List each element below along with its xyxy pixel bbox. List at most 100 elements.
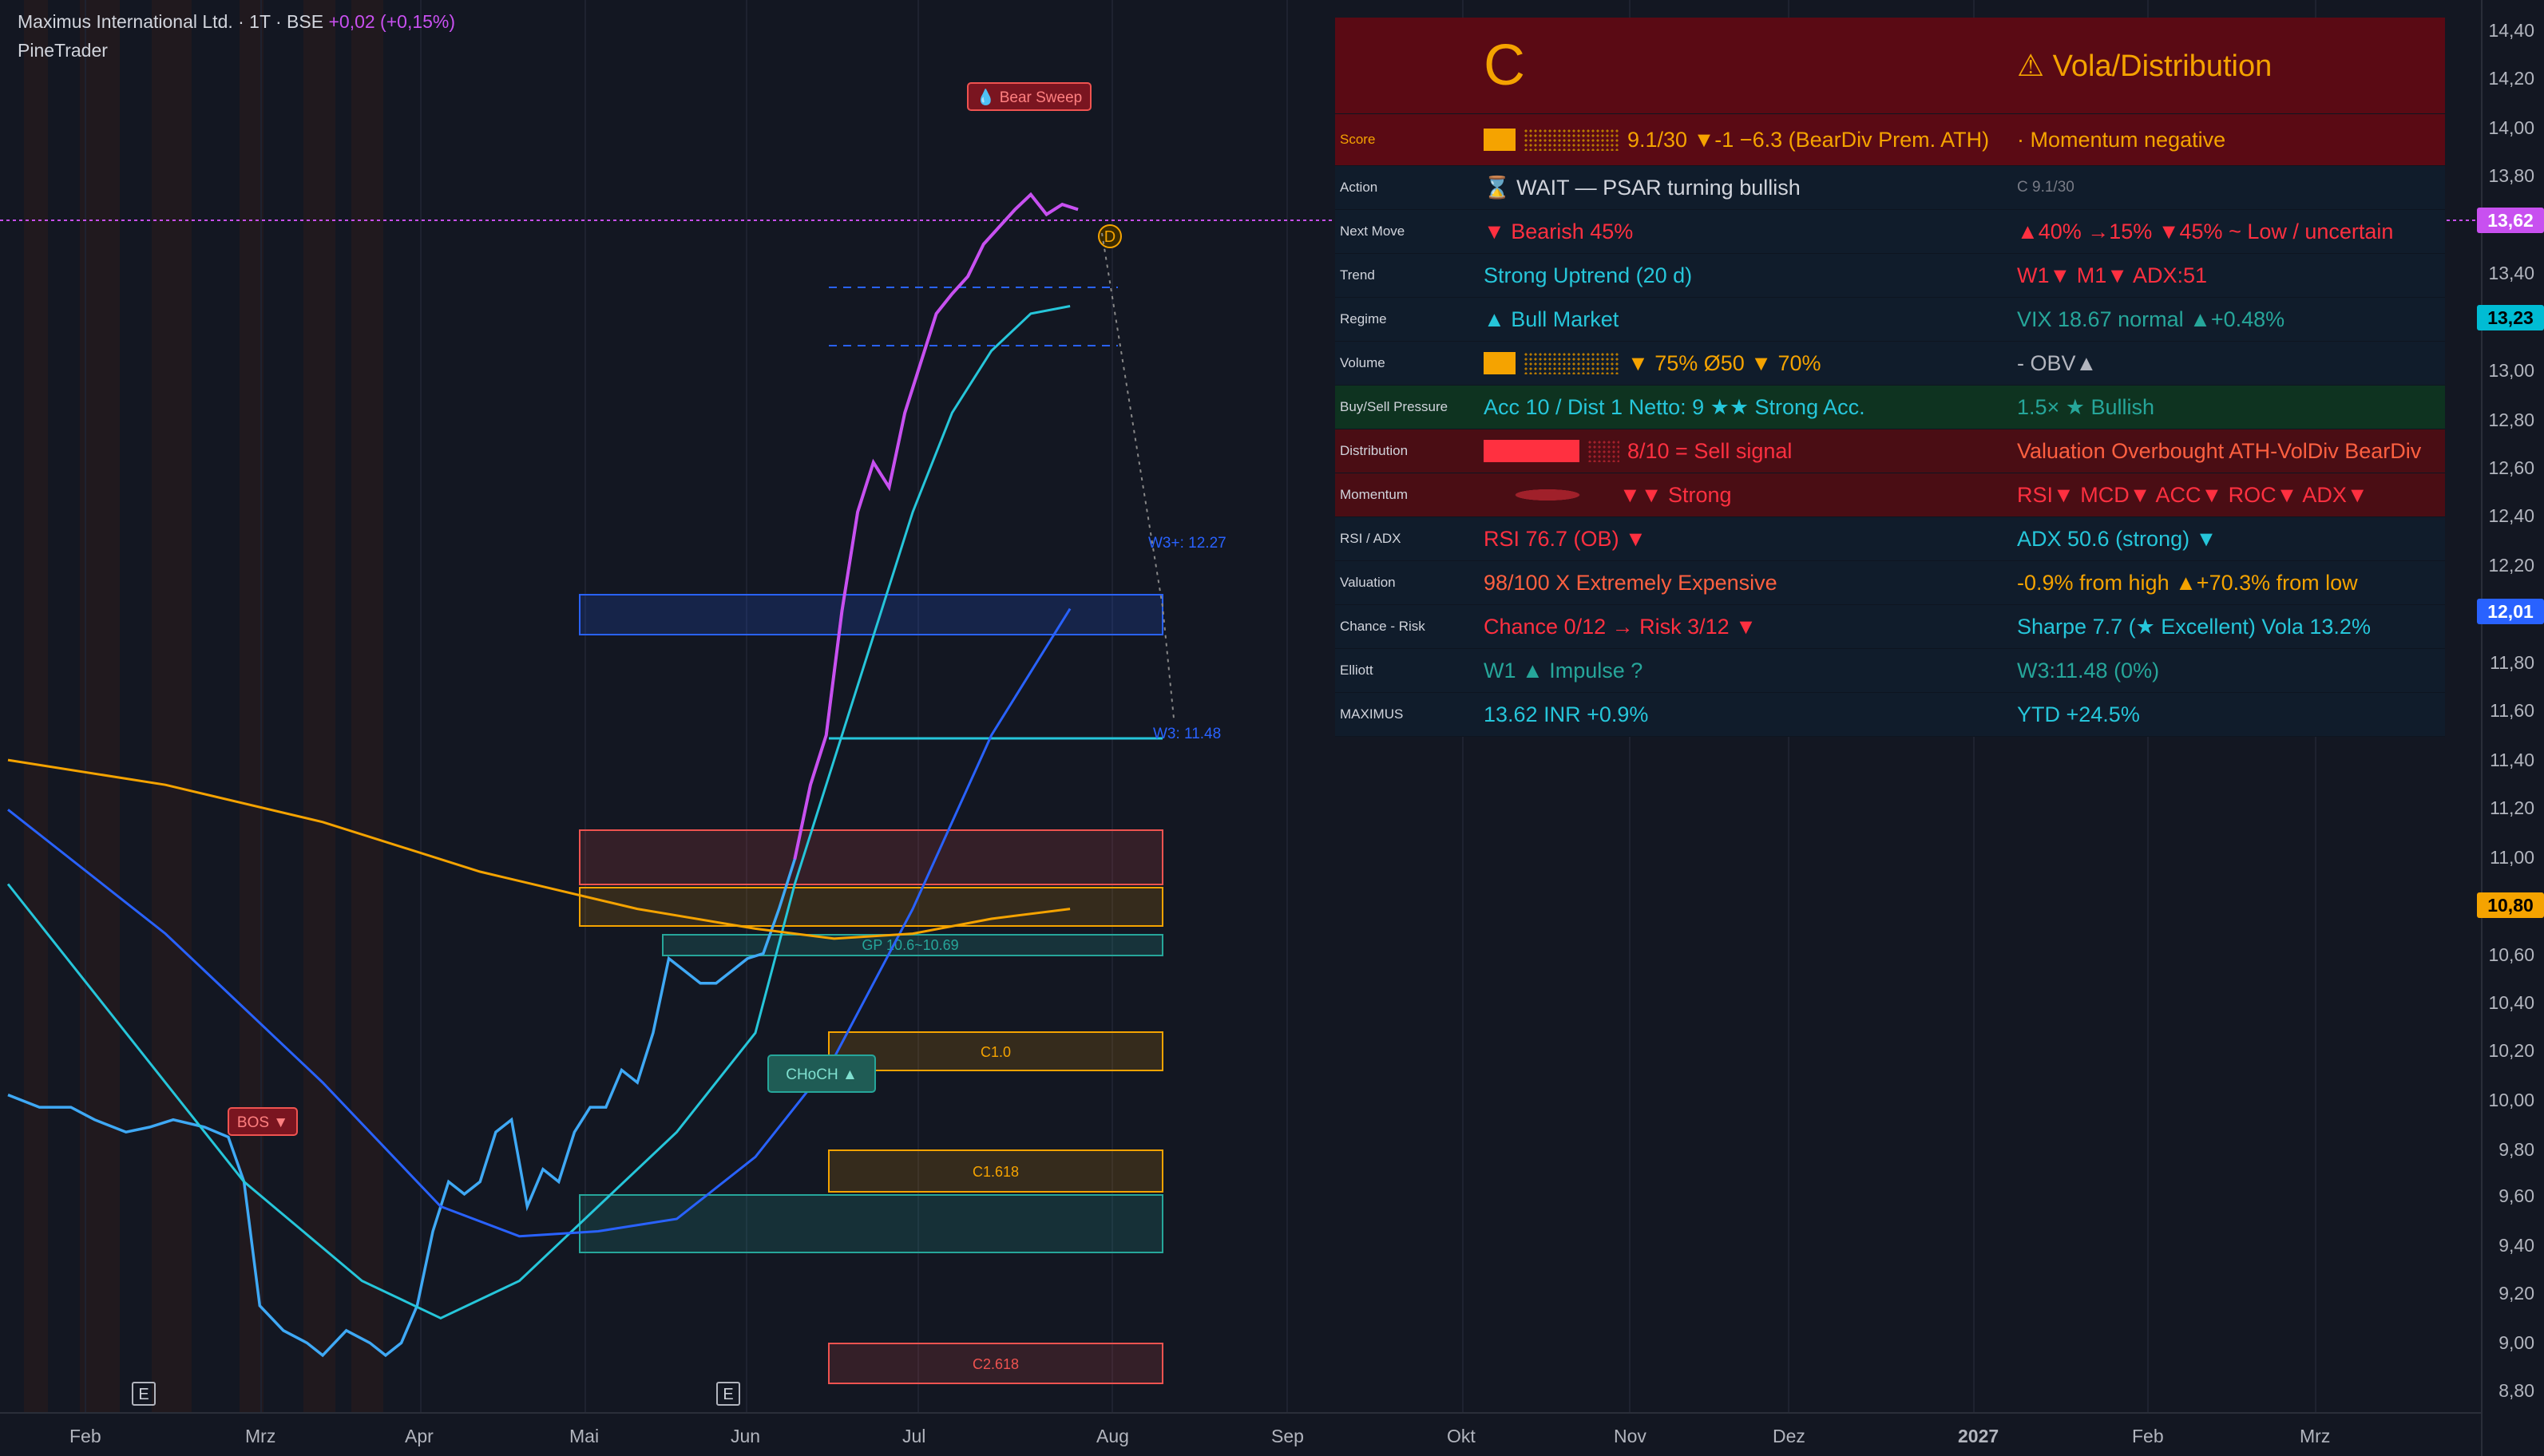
panel-row-detail: Valuation Overbought ATH-VolDiv BearDiv xyxy=(2017,438,2422,463)
zone-teal xyxy=(579,1194,1163,1253)
y-tick-label: 14,40 xyxy=(2488,20,2534,41)
y-tick-label: 12,60 xyxy=(2488,457,2534,478)
zone-label: C1.618 xyxy=(973,1164,1019,1180)
panel-row-value: 13.62 INR +0.9% xyxy=(1476,702,2007,727)
panel-row-value-text: 9.1/30 ▼-1 −6.3 (BearDiv Prem. ATH) xyxy=(1627,127,1990,152)
price-tag: 12,01 xyxy=(2477,599,2544,624)
panel-row-value: RSI 76.7 (OB) ▼ xyxy=(1476,527,2007,552)
momentum-bar-track xyxy=(1484,484,1611,506)
earnings-e-icon[interactable]: E xyxy=(716,1382,740,1406)
panel-row-value-text: ▲ Bull Market xyxy=(1484,307,1619,331)
panel-row-label: Score xyxy=(1340,132,1376,147)
y-tick-label: 9,00 xyxy=(2498,1332,2534,1353)
price-tag: 10,80 xyxy=(2477,892,2544,918)
panel-row-value: ▼▼ Strong xyxy=(1476,483,2007,508)
y-tick-label: 13,00 xyxy=(2488,360,2534,381)
y-tick-label: 14,20 xyxy=(2488,68,2534,89)
panel-row-label: Distribution xyxy=(1340,443,1409,458)
panel-row-detail: W1▼ M1▼ ADX:51 xyxy=(2017,263,2208,287)
d-marker-text: D xyxy=(1104,228,1115,246)
y-tick-label: 12,80 xyxy=(2488,410,2534,430)
choch-tag: CHoCH ▲ xyxy=(767,1054,876,1093)
x-tick-label: Jun xyxy=(731,1426,761,1446)
x-tick-label: Nov xyxy=(1614,1426,1646,1446)
zone-supply-red xyxy=(579,829,1163,885)
score-bar-track xyxy=(1524,352,1619,374)
panel-row-value-text: ▼ Bearish 45% xyxy=(1484,219,1634,243)
panel-row-detail: · Momentum negative xyxy=(2017,127,2226,152)
price-tag: 13,62 xyxy=(2477,208,2544,233)
score-bar xyxy=(1484,129,1516,151)
x-tick-label: Apr xyxy=(405,1426,434,1446)
panel-row-value: ⌛ WAIT — PSAR turning bullish xyxy=(1476,175,2007,200)
x-tick-label: Feb xyxy=(69,1426,101,1446)
panel-row-value-text: Acc 10 / Dist 1 Netto: 9 ★★ Strong Acc. xyxy=(1484,394,1865,419)
y-tick-label: 10,00 xyxy=(2488,1090,2534,1110)
panel-row-detail: - OBV▲ xyxy=(2017,350,2098,375)
price-tag: 13,23 xyxy=(2477,305,2544,330)
x-tick-label: Dez xyxy=(1773,1426,1805,1446)
panel-row-detail: -0.9% from high ▲+70.3% from low xyxy=(2017,570,2358,595)
panel-row: Distribution 8/10 = Sell signal Valuation … xyxy=(1335,429,2445,473)
zone-label: C2.618 xyxy=(973,1356,1019,1372)
panel-row-label: Elliott xyxy=(1340,663,1373,678)
panel-rows: Score 9.1/30 ▼-1 −6.3 (BearDiv Prem. ATH)… xyxy=(1335,114,2445,737)
panel-header: C ⚠ Vola/Distribution xyxy=(1335,18,2445,114)
panel-row: Valuation 98/100 X Extremely Expensive -0.… xyxy=(1335,561,2445,605)
score-bar-track xyxy=(1524,129,1619,151)
series-price-upper xyxy=(793,192,1079,860)
panel-row-value-text: 8/10 = Sell signal xyxy=(1627,438,1793,463)
y-tick-label: 9,20 xyxy=(2498,1283,2534,1304)
y-tick-label: 13,80 xyxy=(2488,165,2534,186)
panel-row-label: Next Move xyxy=(1340,224,1405,239)
panel-row-value: W1 ▲ Impulse ? xyxy=(1476,659,2007,683)
zone-boxes: C1.0 C1.618 C2.618 GP 10.6~10.69 xyxy=(579,287,1163,1384)
shade-band xyxy=(24,0,48,1413)
panel-row-detail: YTD +24.5% xyxy=(2017,702,2140,726)
panel-row-value-text: ▼▼ Strong xyxy=(1619,482,1732,507)
earnings-e-icon[interactable]: E xyxy=(132,1382,156,1406)
panel-row: Buy/Sell Pressure Acc 10 / Dist 1 Netto: … xyxy=(1335,386,2445,429)
distribution-bar-track xyxy=(1587,440,1619,462)
panel-row-value-text: 98/100 X Extremely Expensive xyxy=(1484,570,1777,595)
shade-band xyxy=(152,0,192,1413)
x-tick-label: Aug xyxy=(1096,1426,1129,1446)
panel-row-label: Action xyxy=(1340,180,1378,195)
y-tick-label: 9,40 xyxy=(2498,1235,2534,1256)
panel-row-value: ▼ Bearish 45% xyxy=(1476,220,2007,244)
panel-row-value-text: ▼ 75% Ø50 ▼ 70% xyxy=(1627,350,1821,375)
grade: C xyxy=(1484,34,1525,97)
x-tick-label: Jul xyxy=(902,1426,926,1446)
panel-row-value-text: Chance 0/12 → Risk 3/12 ▼ xyxy=(1484,614,1757,639)
zone-label: GP 10.6~10.69 xyxy=(862,937,958,953)
x-tick-label: Sep xyxy=(1271,1426,1304,1446)
panel-row-label: Valuation xyxy=(1340,575,1396,590)
panel-row-detail: W3:11.48 (0%) xyxy=(2017,658,2160,682)
y-tick-label: 12,40 xyxy=(2488,505,2534,526)
panel-row: MAXIMUS 13.62 INR +0.9% YTD +24.5% xyxy=(1335,693,2445,737)
distribution-bar xyxy=(1484,440,1579,462)
panel-row-detail: C 9.1/30 xyxy=(2017,179,2074,196)
bear-sweep-tag: 💧 Bear Sweep xyxy=(967,82,1092,111)
bear-sweep-tag-text: 💧 Bear Sweep xyxy=(977,88,1082,106)
y-tick-label: 9,60 xyxy=(2498,1185,2534,1206)
score-bar xyxy=(1484,352,1516,374)
panel-row: Momentum ▼▼ Strong RSI▼ MCD▼ ACC▼ ROC▼ ADX… xyxy=(1335,473,2445,517)
panel-row-label: Momentum xyxy=(1340,487,1409,502)
x-tick-label: Mrz xyxy=(2300,1426,2331,1446)
panel-row: Trend Strong Uptrend (20 d) W1▼ M1▼ ADX:51 xyxy=(1335,254,2445,298)
indicator-name: PineTrader xyxy=(18,40,108,61)
shade-band xyxy=(351,0,383,1413)
panel-row: Action ⌛ WAIT — PSAR turning bullish C 9.1… xyxy=(1335,166,2445,210)
panel-row: RSI / ADX RSI 76.7 (OB) ▼ ADX 50.6 (strong… xyxy=(1335,517,2445,561)
panel-row-value-text: ⌛ WAIT — PSAR turning bullish xyxy=(1484,176,1801,200)
w3-label: W3: 11.48 xyxy=(1153,726,1221,742)
panel-row: Score 9.1/30 ▼-1 −6.3 (BearDiv Prem. ATH)… xyxy=(1335,114,2445,166)
y-tick-label: 11,20 xyxy=(2490,797,2534,818)
y-tick-label: 9,80 xyxy=(2498,1139,2534,1160)
panel-row-detail: RSI▼ MCD▼ ACC▼ ROC▼ ADX▼ xyxy=(2017,482,2368,507)
session-shading xyxy=(24,0,383,1413)
panel-row-value: ▼ 75% Ø50 ▼ 70% xyxy=(1476,351,2007,376)
panel-row-value-text: RSI 76.7 (OB) ▼ xyxy=(1484,526,1646,551)
panel-row-detail: Sharpe 7.7 (★ Excellent) Vola 13.2% xyxy=(2017,614,2371,639)
